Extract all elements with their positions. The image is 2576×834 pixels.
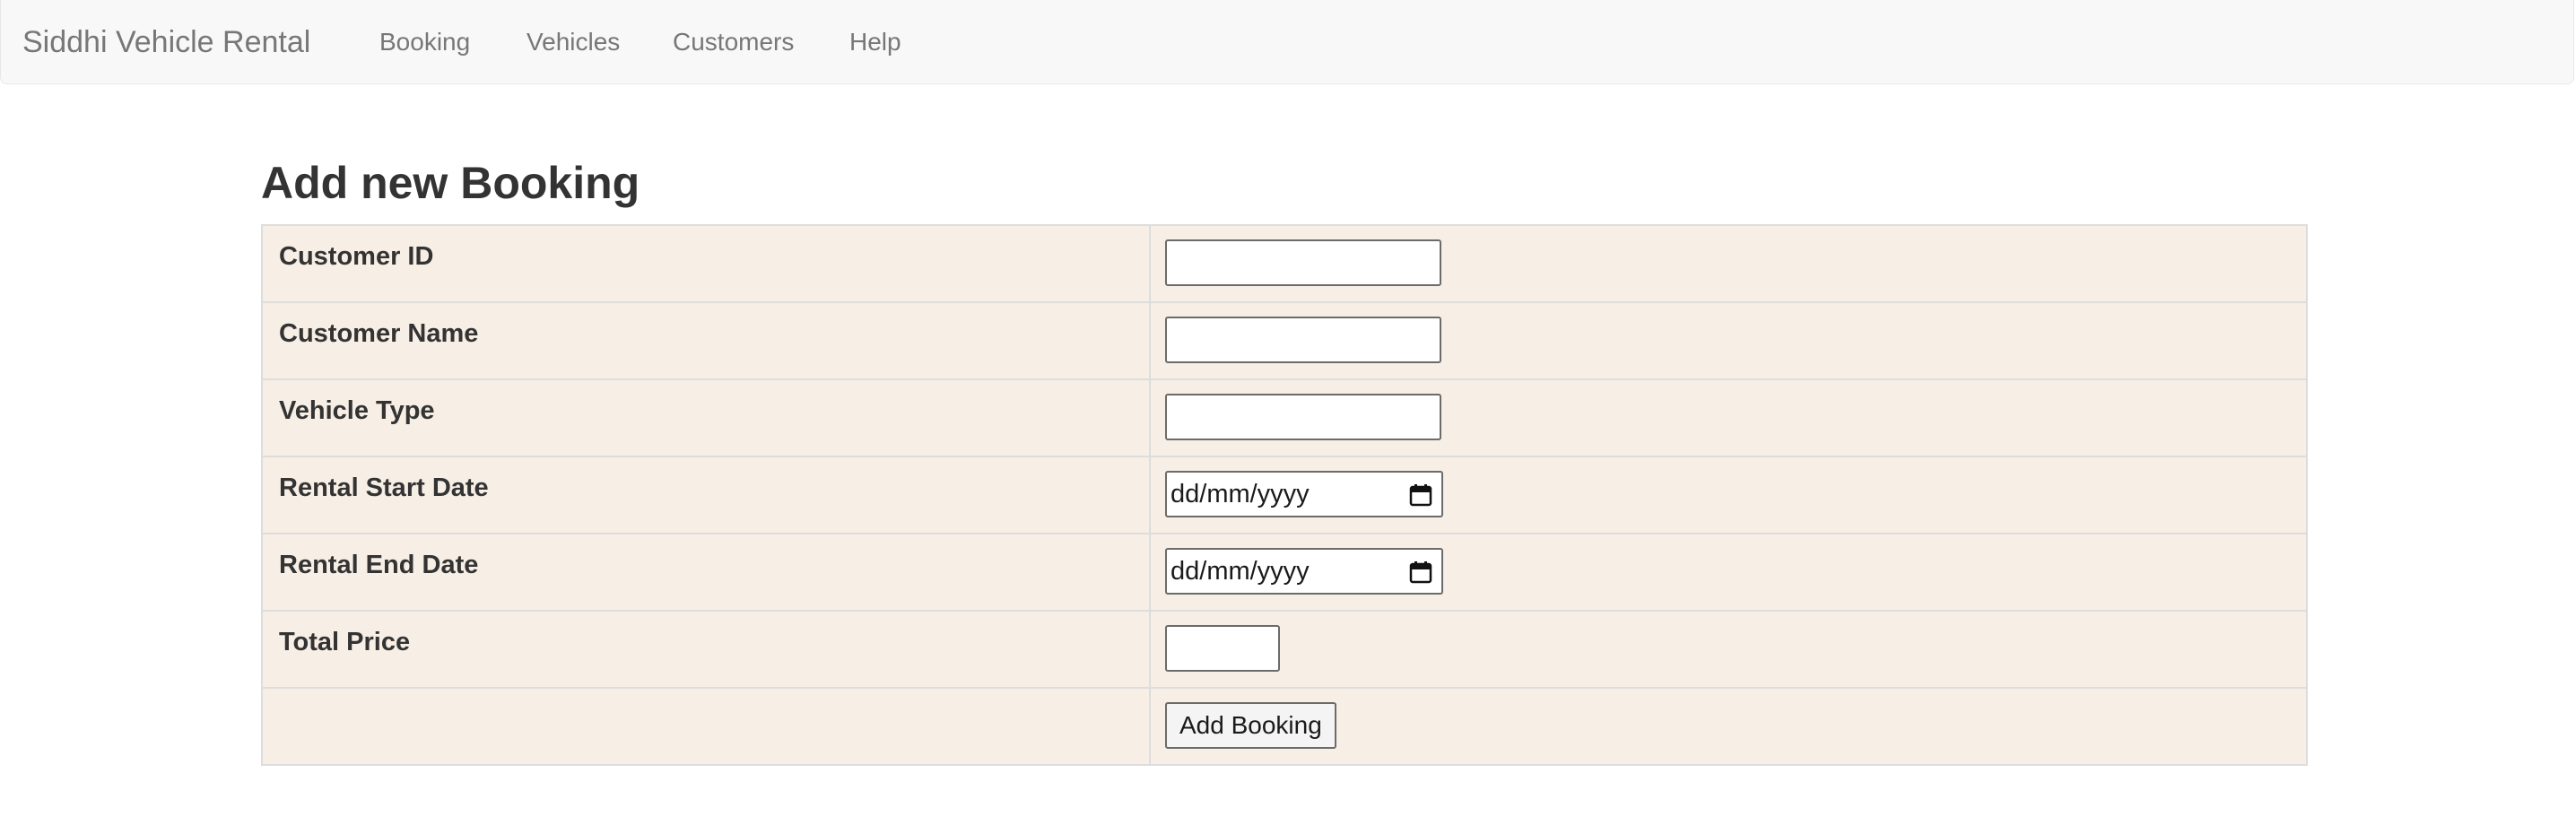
nav-link-vehicles[interactable]: Vehicles xyxy=(527,0,620,84)
total-price-cell xyxy=(1149,610,2308,689)
submit-cell: Add Booking xyxy=(1149,687,2308,766)
form-row-submit: Add Booking xyxy=(261,687,2308,766)
form-row-vehicle-type: Vehicle Type xyxy=(261,378,2308,457)
customer-name-input[interactable] xyxy=(1165,317,1441,363)
rental-start-date-label: Rental Start Date xyxy=(261,456,1151,534)
brand-link[interactable]: Siddhi Vehicle Rental xyxy=(22,0,310,84)
calendar-icon[interactable] xyxy=(1409,483,1432,507)
customer-id-cell xyxy=(1149,224,2308,303)
add-booking-button[interactable]: Add Booking xyxy=(1165,702,1336,749)
rental-end-date-input[interactable]: dd/mm/yyyy xyxy=(1165,548,1443,595)
form-row-rental-start-date: Rental Start Date dd/mm/yyyy xyxy=(261,456,2308,534)
customer-name-label: Customer Name xyxy=(261,301,1151,380)
total-price-label: Total Price xyxy=(261,610,1151,689)
rental-start-date-placeholder: dd/mm/yyyy xyxy=(1171,480,1310,508)
page-title: Add new Booking xyxy=(261,158,640,208)
vehicle-type-label: Vehicle Type xyxy=(261,378,1151,457)
rental-start-date-input[interactable]: dd/mm/yyyy xyxy=(1165,471,1443,517)
rental-end-date-placeholder: dd/mm/yyyy xyxy=(1171,557,1310,586)
nav-link-booking[interactable]: Booking xyxy=(379,0,470,84)
nav-link-help[interactable]: Help xyxy=(849,0,901,84)
total-price-input[interactable] xyxy=(1165,625,1280,672)
submit-row-empty-cell xyxy=(261,687,1151,766)
form-row-customer-id: Customer ID xyxy=(261,224,2308,303)
rental-end-date-label: Rental End Date xyxy=(261,533,1151,612)
booking-form-table: Customer ID Customer Name Vehicle Type R… xyxy=(261,224,2308,766)
rental-end-date-cell: dd/mm/yyyy xyxy=(1149,533,2308,612)
vehicle-type-cell xyxy=(1149,378,2308,457)
customer-id-input[interactable] xyxy=(1165,239,1441,286)
customer-id-label: Customer ID xyxy=(261,224,1151,303)
form-row-total-price: Total Price xyxy=(261,610,2308,689)
vehicle-type-input[interactable] xyxy=(1165,394,1441,440)
customer-name-cell xyxy=(1149,301,2308,380)
top-navbar: Siddhi Vehicle Rental Booking Vehicles C… xyxy=(0,0,2574,84)
calendar-icon[interactable] xyxy=(1409,560,1432,584)
form-row-customer-name: Customer Name xyxy=(261,301,2308,380)
rental-start-date-cell: dd/mm/yyyy xyxy=(1149,456,2308,534)
nav-link-customers[interactable]: Customers xyxy=(673,0,794,84)
form-row-rental-end-date: Rental End Date dd/mm/yyyy xyxy=(261,533,2308,612)
